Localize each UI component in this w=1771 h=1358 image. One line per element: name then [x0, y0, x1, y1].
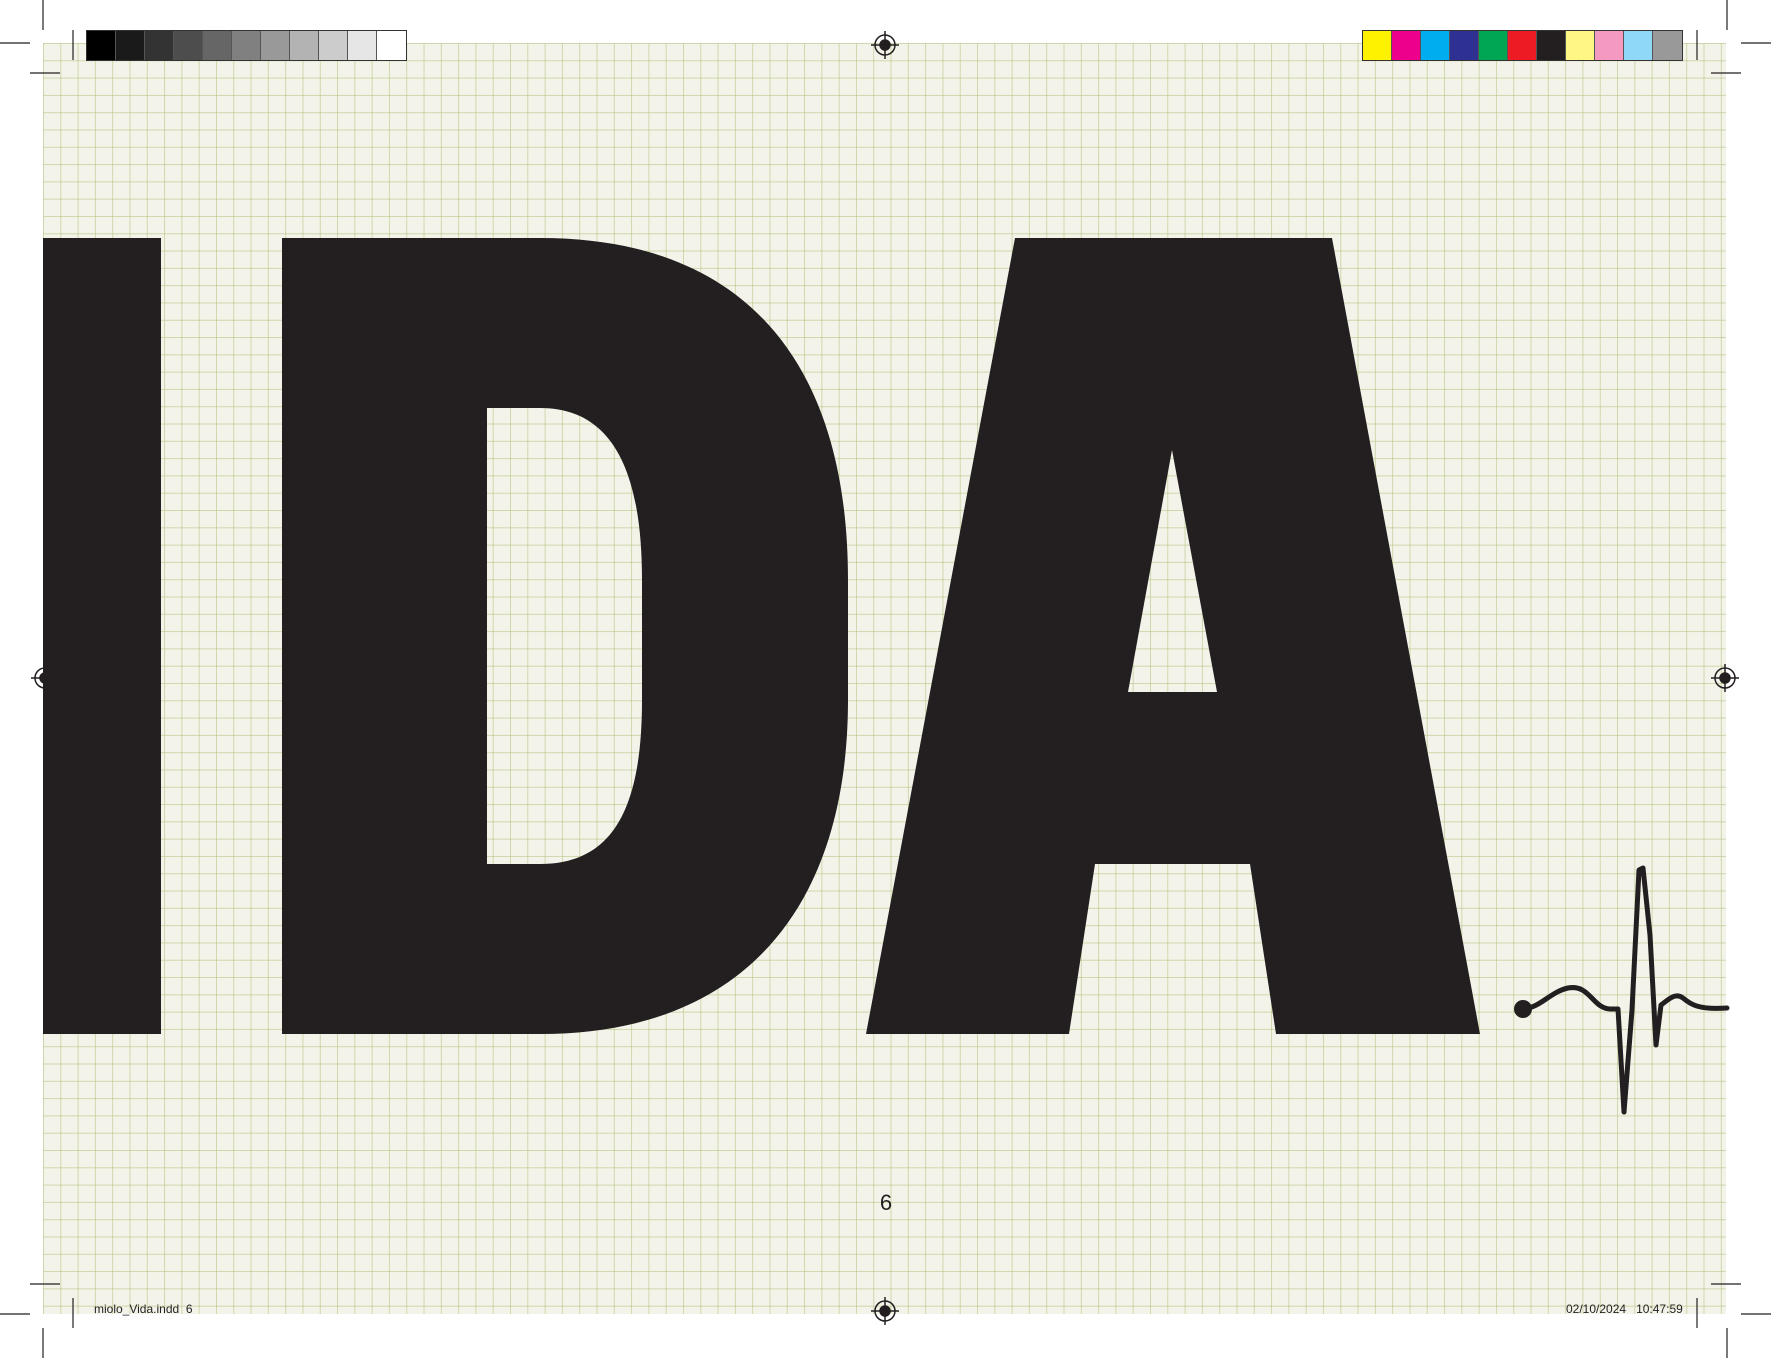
letter-i: [43, 238, 161, 1034]
artwork-layer: [0, 0, 1771, 1358]
slug-file-info: miolo_Vida.indd 6: [94, 1302, 193, 1316]
letter-d: [282, 238, 848, 1034]
slug-page: 6: [185, 1302, 193, 1316]
letter-a: [866, 238, 1480, 1034]
page-number: 6: [879, 1190, 893, 1215]
heartbeat-line-icon: [1514, 865, 1730, 1115]
giant-word-fragment: [43, 238, 1480, 1034]
crop-marks: [0, 0, 1771, 1358]
registration-mark-bottom: [871, 1297, 899, 1325]
registration-mark-right: [1711, 664, 1739, 692]
registration-mark-top: [871, 31, 899, 59]
slug-file-name: miolo_Vida.indd: [94, 1302, 180, 1316]
slug-timestamp: 02/10/2024 10:47:59: [1566, 1302, 1683, 1316]
slug-date: 02/10/2024: [1566, 1302, 1627, 1316]
slug-time: 10:47:59: [1636, 1302, 1683, 1316]
